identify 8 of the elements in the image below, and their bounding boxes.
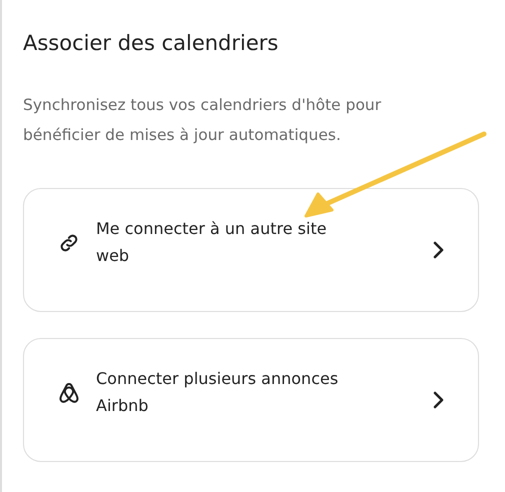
option-card[interactable]: Me connecter à un autre site web [23,188,479,312]
section-title: Associer des calendriers [23,30,280,57]
chevron-right-icon [432,241,444,259]
link-icon [58,232,80,254]
loop-icon [58,381,80,405]
option-card[interactable]: Connecter plusieurs annonces Airbnb [23,338,479,462]
chevron-right-icon [432,391,444,409]
description-text: Synchronisez tous vos calendriers d'hôte pour bénéficier de mises à jour automatiques. [23,95,382,146]
